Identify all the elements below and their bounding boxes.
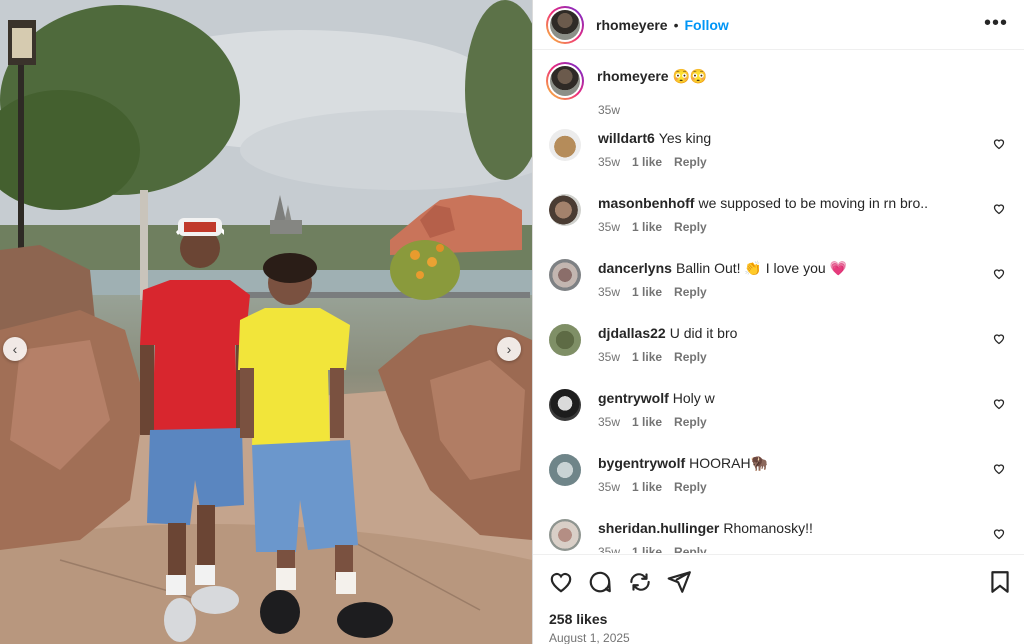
caption-text: 😳😳 bbox=[672, 68, 708, 84]
post-header: rhomeyere • Follow ••• bbox=[533, 0, 1024, 50]
comment-item: sheridan.hullinger Rhomanosky!! 35w 1 like… bbox=[549, 519, 1019, 553]
comment-likes[interactable]: 1 like bbox=[632, 480, 662, 494]
comment-likes[interactable]: 1 like bbox=[632, 285, 662, 299]
comment-avatar[interactable] bbox=[549, 324, 581, 356]
comment-likes[interactable]: 1 like bbox=[632, 155, 662, 169]
heart-icon[interactable] bbox=[993, 398, 1005, 410]
comment-username[interactable]: djdallas22 bbox=[598, 325, 666, 341]
comment-avatar[interactable] bbox=[549, 389, 581, 421]
bookmark-icon[interactable] bbox=[987, 569, 1013, 595]
reply-button[interactable]: Reply bbox=[674, 350, 707, 364]
comment-time: 35w bbox=[598, 415, 621, 429]
heart-icon[interactable] bbox=[993, 463, 1005, 475]
comment-time: 35w bbox=[598, 480, 621, 494]
reply-button[interactable]: Reply bbox=[674, 480, 707, 494]
heart-icon[interactable] bbox=[993, 268, 1005, 280]
comment-text: Ballin Out! 👏 I love you 💗 bbox=[675, 260, 847, 276]
heart-icon[interactable] bbox=[548, 569, 574, 595]
caption-time: 35w bbox=[598, 103, 621, 117]
post-username[interactable]: rhomeyere bbox=[596, 17, 668, 33]
comment-likes[interactable]: 1 like bbox=[632, 350, 662, 364]
comment-username[interactable]: masonbenhoff bbox=[598, 195, 694, 211]
comment-item: gentrywolf Holy w 35w 1 like Reply bbox=[549, 389, 1019, 449]
comment-username[interactable]: sheridan.hullinger bbox=[598, 520, 719, 536]
comment-username[interactable]: bygentrywolf bbox=[598, 455, 685, 471]
comment-icon[interactable] bbox=[587, 569, 613, 595]
comment-text: Rhomanosky!! bbox=[723, 520, 813, 536]
comment-item: dancerlyns Ballin Out! 👏 I love you 💗 35w… bbox=[549, 259, 1019, 319]
comment-text: we supposed to be moving in rn bro.. bbox=[698, 195, 929, 211]
caption-username[interactable]: rhomeyere bbox=[597, 68, 669, 84]
post-photo[interactable]: ‹ › bbox=[0, 0, 532, 644]
heart-icon[interactable] bbox=[993, 203, 1005, 215]
comment-item: masonbenhoff we supposed to be moving in … bbox=[549, 194, 1019, 254]
send-icon[interactable] bbox=[666, 569, 692, 595]
comment-time: 35w bbox=[598, 155, 621, 169]
comment-text: Yes king bbox=[658, 130, 712, 146]
comment-item: djdallas22 U did it bro 35w 1 like Reply bbox=[549, 324, 1019, 384]
reply-button[interactable]: Reply bbox=[674, 285, 707, 299]
reply-button[interactable]: Reply bbox=[674, 415, 707, 429]
comment-avatar[interactable] bbox=[549, 519, 581, 551]
reply-button[interactable]: Reply bbox=[674, 155, 707, 169]
comment-text: Holy w bbox=[672, 390, 715, 406]
comment-time: 35w bbox=[598, 285, 621, 299]
comment-likes[interactable]: 1 like bbox=[632, 220, 662, 234]
post-date: August 1, 2025 bbox=[549, 631, 630, 644]
photo-illustration bbox=[0, 0, 532, 644]
comment-avatar[interactable] bbox=[549, 194, 581, 226]
post-details-pane: rhomeyere • Follow ••• rhomeyere 😳😳 35w … bbox=[532, 0, 1024, 644]
comment-avatar[interactable] bbox=[549, 129, 581, 161]
comment-username[interactable]: gentrywolf bbox=[598, 390, 669, 406]
comments-list[interactable]: rhomeyere 😳😳 35w willdart6 Yes king 35w 1 … bbox=[533, 51, 1024, 553]
heart-icon[interactable] bbox=[993, 528, 1005, 540]
comment-item: willdart6 Yes king 35w 1 like Reply bbox=[549, 129, 1019, 189]
comment-username[interactable]: dancerlyns bbox=[598, 260, 672, 276]
more-icon[interactable]: ••• bbox=[984, 12, 1008, 35]
comment-likes[interactable]: 1 like bbox=[632, 415, 662, 429]
reply-button[interactable]: Reply bbox=[674, 220, 707, 234]
caption: rhomeyere 😳😳 35w bbox=[546, 62, 708, 117]
caption-avatar[interactable] bbox=[546, 62, 584, 100]
heart-icon[interactable] bbox=[993, 333, 1005, 345]
comment-time: 35w bbox=[598, 350, 621, 364]
follow-button[interactable]: Follow bbox=[685, 17, 729, 33]
comment-text: U did it bro bbox=[669, 325, 738, 341]
comment-username[interactable]: willdart6 bbox=[598, 130, 655, 146]
comment-avatar[interactable] bbox=[549, 454, 581, 486]
avatar[interactable] bbox=[546, 5, 584, 44]
heart-icon[interactable] bbox=[993, 138, 1005, 150]
comment-item: bygentrywolf HOORAH🦬 35w 1 like Reply bbox=[549, 454, 1019, 514]
comment-time: 35w bbox=[598, 545, 621, 553]
post-actions: 258 likes August 1, 2025 bbox=[533, 554, 1024, 644]
chevron-right-icon[interactable]: › bbox=[497, 337, 521, 361]
comment-text: HOORAH🦬 bbox=[689, 455, 769, 471]
likes-count[interactable]: 258 likes bbox=[549, 611, 607, 627]
separator-dot: • bbox=[673, 16, 679, 33]
comment-avatar[interactable] bbox=[549, 259, 581, 291]
share-icon[interactable] bbox=[627, 569, 653, 595]
comment-likes[interactable]: 1 like bbox=[632, 545, 662, 553]
reply-button[interactable]: Reply bbox=[674, 545, 707, 553]
comment-time: 35w bbox=[598, 220, 621, 234]
chevron-left-icon[interactable]: ‹ bbox=[3, 337, 27, 361]
